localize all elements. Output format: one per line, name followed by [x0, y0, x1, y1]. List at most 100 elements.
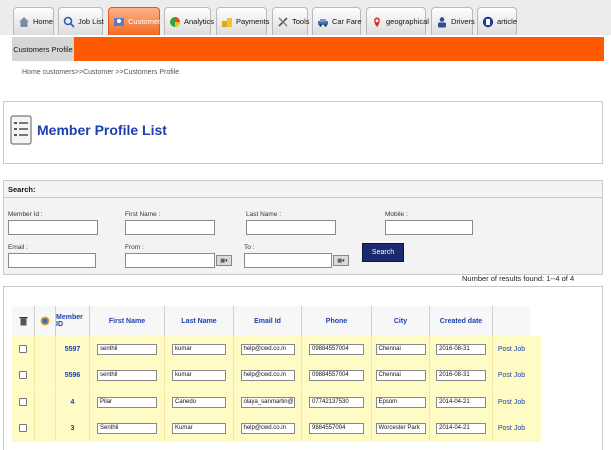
column-header-created-date: Created date: [430, 306, 493, 336]
city-field[interactable]: Chennai: [375, 369, 426, 381]
tab-label: Customer: [128, 17, 161, 26]
member-id-link[interactable]: 5596: [56, 362, 90, 388]
row-checkbox[interactable]: [19, 371, 27, 379]
member-id-link[interactable]: 4: [56, 389, 90, 415]
column-header-phone: Phone: [302, 306, 372, 336]
email-cell: olaya_sanmartin@h: [234, 389, 302, 415]
column-header-email: Email Id: [234, 306, 302, 336]
row-checkbox[interactable]: [19, 424, 27, 432]
tab-tools[interactable]: Tools: [272, 7, 310, 35]
map-pin-icon: [374, 17, 380, 27]
driver-icon: [438, 16, 446, 27]
tab-article[interactable]: article: [477, 7, 517, 35]
calendar-icon[interactable]: ▦▾: [216, 255, 232, 266]
created-date-field[interactable]: 2016-08-31: [436, 369, 486, 381]
tab-label: Car Fare: [332, 17, 362, 26]
edit-header: [35, 306, 56, 336]
first-name-field[interactable]: senthil: [97, 369, 157, 381]
to-date-label: To :: [244, 244, 255, 251]
email-field[interactable]: help@cwd.co.in: [240, 343, 295, 355]
tab-payments[interactable]: Payments: [216, 7, 270, 35]
tab-analytics[interactable]: Analytics: [164, 7, 215, 35]
phone-field[interactable]: 09884557004: [309, 343, 364, 355]
first-name-field[interactable]: senthil: [97, 343, 157, 355]
first-name-field[interactable]: Senthil: [97, 422, 157, 434]
member-id-input[interactable]: [8, 220, 98, 235]
post-job-link[interactable]: Post Job: [493, 336, 530, 362]
phone-field[interactable]: 09884557004: [309, 369, 364, 381]
mobile-input[interactable]: [385, 220, 473, 235]
top-nav-bar: Home Job List Customer Analytics Payment…: [0, 0, 611, 35]
city-field[interactable]: Chennai: [375, 343, 426, 355]
row-checkbox[interactable]: [19, 345, 27, 353]
created-date-field[interactable]: 2014-04-21: [436, 396, 486, 408]
tab-drivers[interactable]: Drivers: [431, 7, 475, 35]
email-input[interactable]: [8, 253, 96, 268]
from-date-input[interactable]: [125, 253, 215, 268]
row-checkbox-cell: [12, 362, 35, 388]
search-button[interactable]: Search: [362, 243, 404, 262]
tab-label: Home: [33, 17, 54, 26]
city-cell: Chennai: [372, 336, 430, 362]
post-job-link[interactable]: Post Job: [493, 415, 530, 441]
spacer-cell: [35, 362, 56, 388]
first-name-field[interactable]: Pilar: [97, 396, 157, 408]
delete-header: [12, 306, 35, 336]
to-date-input[interactable]: [244, 253, 332, 268]
post-job-link[interactable]: Post Job: [493, 389, 530, 415]
tab-customer[interactable]: Customer: [108, 7, 161, 35]
created-date-field[interactable]: 2016-08-31: [436, 343, 486, 355]
last-name-cell: Canedo: [165, 389, 234, 415]
tab-job-list[interactable]: Job List: [58, 7, 104, 35]
email-field[interactable]: olaya_sanmartin@h: [240, 396, 295, 408]
row-checkbox[interactable]: [19, 398, 27, 406]
list-document-icon: [10, 115, 32, 145]
email-field[interactable]: help@cwd.co.in: [240, 369, 295, 381]
created-date-field[interactable]: 2014-04-21: [436, 422, 486, 434]
calendar-icon[interactable]: ▦▾: [333, 255, 349, 266]
last-name-field[interactable]: kumar: [172, 369, 226, 381]
member-id-link[interactable]: 5597: [56, 336, 90, 362]
phone-cell: 9884557004: [302, 415, 372, 441]
tab-label: Drivers: [451, 17, 475, 26]
tools-icon: [278, 16, 288, 27]
member-id-link[interactable]: 3: [56, 415, 90, 441]
tab-label: Payments: [236, 17, 270, 26]
tab-home[interactable]: Home: [13, 7, 54, 35]
last-name-input[interactable]: [246, 220, 336, 235]
last-name-field[interactable]: Canedo: [172, 396, 226, 408]
customer-icon: [114, 17, 124, 26]
last-name-label: Last Name :: [246, 211, 282, 218]
trash-icon[interactable]: [19, 316, 28, 326]
tab-geographical[interactable]: geographical: [366, 7, 429, 35]
phone-field[interactable]: 9884557004: [309, 422, 364, 434]
tab-label: Analytics: [184, 17, 215, 26]
title-panel: Member Profile List: [3, 101, 603, 164]
created-date-cell: 2014-04-21: [430, 415, 493, 441]
row-checkbox-cell: [12, 389, 35, 415]
table-row: 3 Senthil Kumar help@cwd.co.in 988455700…: [12, 415, 530, 441]
tab-car-fare[interactable]: Car Fare: [312, 7, 362, 35]
edit-icon[interactable]: [40, 316, 50, 326]
column-header-city: City: [372, 306, 430, 336]
post-job-link[interactable]: Post Job: [493, 362, 530, 388]
email-field[interactable]: help@cwd.co.in: [240, 422, 295, 434]
tab-label: geographical: [386, 17, 429, 26]
phone-field[interactable]: 07742137530: [309, 396, 364, 408]
last-name-field[interactable]: Kumar: [172, 422, 226, 434]
phone-cell: 07742137530: [302, 389, 372, 415]
last-name-cell: Kumar: [165, 415, 234, 441]
email-cell: help@cwd.co.in: [234, 362, 302, 388]
city-field[interactable]: Worcester Park: [375, 422, 426, 434]
breadcrumb: Home customers>>Customer >>Customers Pro…: [22, 69, 180, 76]
subtab-customers-profile[interactable]: Customers Profile: [12, 37, 74, 61]
first-name-input[interactable]: [125, 220, 215, 235]
created-date-cell: 2016-08-31: [430, 336, 493, 362]
results-count: Number of results found: 1--4 of 4: [462, 274, 575, 283]
city-field[interactable]: Epsom: [375, 396, 426, 408]
last-name-field[interactable]: kumar: [172, 343, 226, 355]
email-label: Email :: [8, 244, 28, 251]
spacer-cell: [35, 336, 56, 362]
search-panel: Search: Member Id : First Name : Last Na…: [3, 180, 603, 275]
created-date-cell: 2014-04-21: [430, 389, 493, 415]
